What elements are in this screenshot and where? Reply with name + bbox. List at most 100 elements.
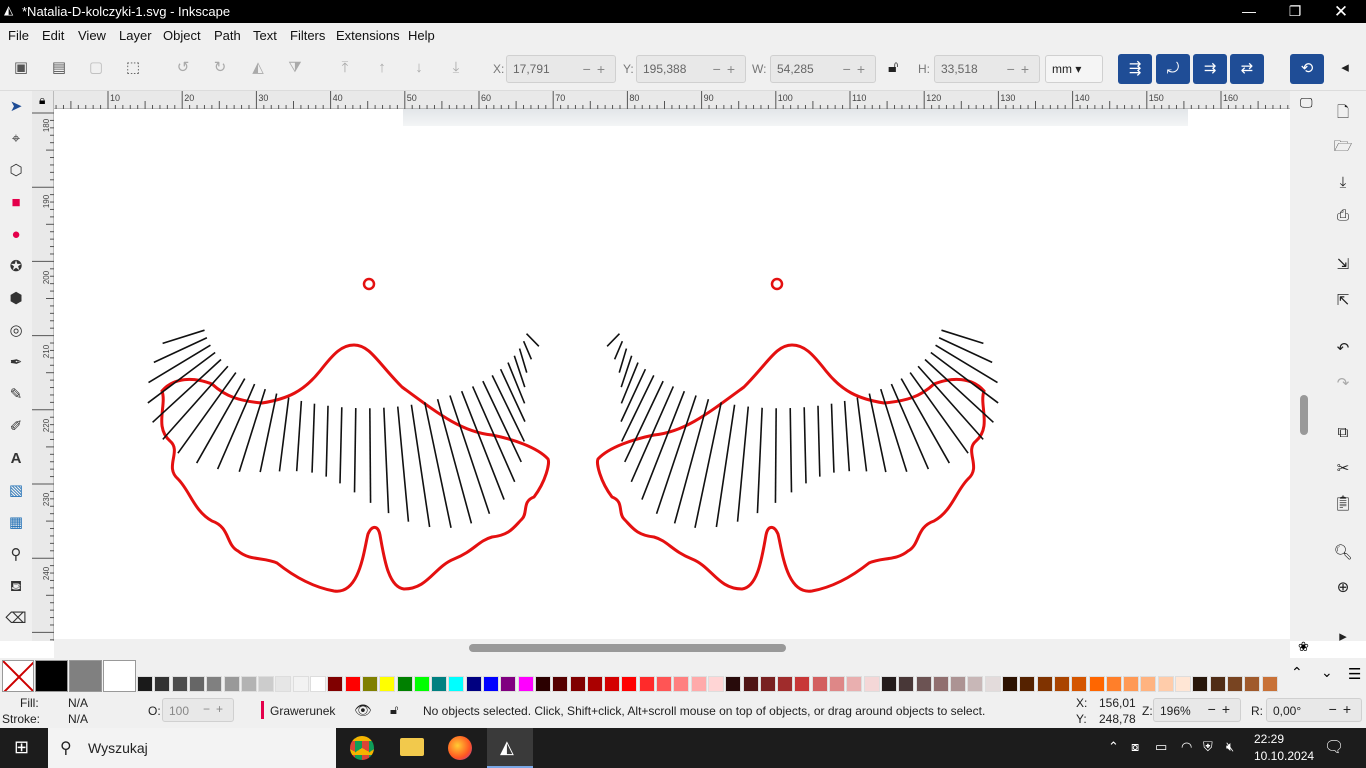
clock-date[interactable]: 10.10.2024 [1254, 749, 1314, 763]
import-icon[interactable]: ⇲ [1330, 252, 1356, 278]
scale-stroke-button[interactable]: ⇶ [1118, 54, 1152, 84]
swatch[interactable] [811, 676, 828, 692]
fill-value[interactable]: N/A [68, 696, 88, 710]
swatch[interactable] [240, 676, 257, 692]
swatch[interactable] [1036, 676, 1053, 692]
swatch[interactable] [950, 676, 967, 692]
swatch[interactable] [1192, 676, 1209, 692]
swatch[interactable] [604, 676, 621, 692]
h-field[interactable]: 33,518 −+ [934, 55, 1040, 83]
volume-icon[interactable]: 🔇︎ [1226, 739, 1234, 755]
maximize-icon[interactable]: ❐ [1272, 0, 1318, 23]
swatch[interactable] [35, 660, 68, 692]
layer-lock-icon[interactable]: 🔓︎ [390, 702, 398, 718]
raise-icon[interactable]: ↑ [369, 55, 395, 81]
vertical-scrollbar[interactable] [1300, 395, 1308, 435]
swatch[interactable] [500, 676, 517, 692]
rectangle-tool-icon[interactable]: ■ [4, 191, 28, 215]
swatch[interactable] [69, 660, 102, 692]
current-layer[interactable]: Grawerunek [270, 704, 335, 718]
swatch[interactable] [880, 676, 897, 692]
color-manage-icon[interactable]: ❀ [1298, 639, 1309, 655]
flip-horizontal-icon[interactable]: ◭ [245, 55, 271, 81]
tray-chevron-up-icon[interactable]: ⌃ [1108, 739, 1119, 755]
shape-builder-icon[interactable]: ⬡ [4, 159, 28, 183]
swatch[interactable] [863, 676, 880, 692]
swatch[interactable] [1226, 676, 1243, 692]
eraser-tool-icon[interactable]: ⌫ [4, 607, 28, 631]
swatch[interactable] [1209, 676, 1226, 692]
swatch[interactable] [552, 676, 569, 692]
3d-box-tool-icon[interactable]: ⬢ [4, 287, 28, 311]
swatch[interactable] [171, 676, 188, 692]
horizontal-scrollbar[interactable] [54, 639, 1290, 658]
flip-vertical-icon[interactable]: ⧩ [282, 55, 308, 81]
swatch[interactable] [794, 676, 811, 692]
raise-to-top-icon[interactable]: ⤒ [332, 55, 358, 81]
paste-icon[interactable]: 📋︎ [1330, 491, 1356, 517]
swatch[interactable] [188, 676, 205, 692]
swatch[interactable] [1088, 676, 1105, 692]
w-stepper-icon[interactable]: −+ [843, 61, 871, 77]
swatch[interactable] [586, 676, 603, 692]
w-field[interactable]: 54,285 −+ [770, 55, 876, 83]
security-icon[interactable]: ⛨ [1203, 739, 1213, 755]
pen-tool-icon[interactable]: ✒ [4, 351, 28, 375]
lower-to-bottom-icon[interactable]: ⤓ [443, 55, 469, 81]
pencil-tool-icon[interactable]: ✎ [4, 383, 28, 407]
swatch[interactable] [379, 676, 396, 692]
swatch[interactable] [1105, 676, 1122, 692]
menu-filters[interactable]: Filters [290, 28, 325, 43]
menu-file[interactable]: File [8, 28, 29, 43]
spiral-tool-icon[interactable]: ◎ [4, 319, 28, 343]
swatch[interactable] [154, 676, 171, 692]
swatch[interactable] [898, 676, 915, 692]
zoom-field[interactable]: 196% −+ [1153, 698, 1241, 722]
taskbar-search[interactable]: ⚲ Wyszukaj [48, 728, 336, 768]
menu-object[interactable]: Object [163, 28, 201, 43]
swatch[interactable] [310, 676, 326, 692]
swatch[interactable] [846, 676, 863, 692]
rotate-cw-icon[interactable]: ↻ [207, 55, 233, 81]
touch-select-icon[interactable]: ⬚ [120, 55, 146, 81]
swatch[interactable] [206, 676, 223, 692]
swatch[interactable] [396, 676, 413, 692]
swatch[interactable] [223, 676, 240, 692]
menu-view[interactable]: View [78, 28, 106, 43]
swatch[interactable] [725, 676, 742, 692]
earring-right[interactable] [596, 277, 999, 593]
swatch[interactable] [621, 676, 638, 692]
zoom-selection-icon[interactable]: 🔍︎ [1330, 540, 1356, 566]
select-all-layers-icon[interactable]: ▤ [46, 55, 72, 81]
swatch[interactable] [137, 676, 153, 692]
select-all-icon[interactable]: ▣ [8, 55, 34, 81]
palette-down-icon[interactable]: ⌄ [1321, 664, 1333, 681]
paint-bucket-icon[interactable]: ⛾ [4, 575, 28, 599]
menu-extensions[interactable]: Extensions [336, 28, 400, 43]
open-file-icon[interactable]: 🗁︎ [1330, 134, 1356, 160]
display-mode-icon[interactable]: 🖵︎ [1300, 95, 1313, 111]
swatch[interactable] [742, 676, 759, 692]
meet-now-icon[interactable]: ⧇ [1131, 739, 1139, 755]
swatch[interactable] [932, 676, 949, 692]
deselect-icon[interactable]: ▢ [83, 55, 109, 81]
unit-select[interactable]: mm ▾ [1045, 55, 1103, 83]
dropper-tool-icon[interactable]: ⚲ [4, 543, 28, 567]
swatch[interactable] [327, 676, 344, 692]
stroke-value[interactable]: N/A [68, 712, 88, 726]
no-paint-swatch[interactable] [2, 660, 34, 692]
chevron-right-icon[interactable]: ▸ [1330, 624, 1356, 650]
swatch[interactable] [690, 676, 707, 692]
swatch[interactable] [534, 676, 551, 692]
swatch[interactable] [361, 676, 378, 692]
rotation-field[interactable]: 0,00° −+ [1266, 698, 1362, 722]
swatch[interactable] [1261, 676, 1278, 692]
swatch[interactable] [984, 676, 1001, 692]
swatch[interactable] [707, 676, 724, 692]
swatch[interactable] [413, 676, 430, 692]
swatch[interactable] [258, 676, 275, 692]
notifications-icon[interactable]: 🗨︎ [1324, 737, 1344, 757]
transform-gradients-button[interactable]: ⇉ [1193, 54, 1227, 84]
menu-text[interactable]: Text [253, 28, 277, 43]
palette-up-icon[interactable]: ⌃ [1291, 664, 1303, 681]
